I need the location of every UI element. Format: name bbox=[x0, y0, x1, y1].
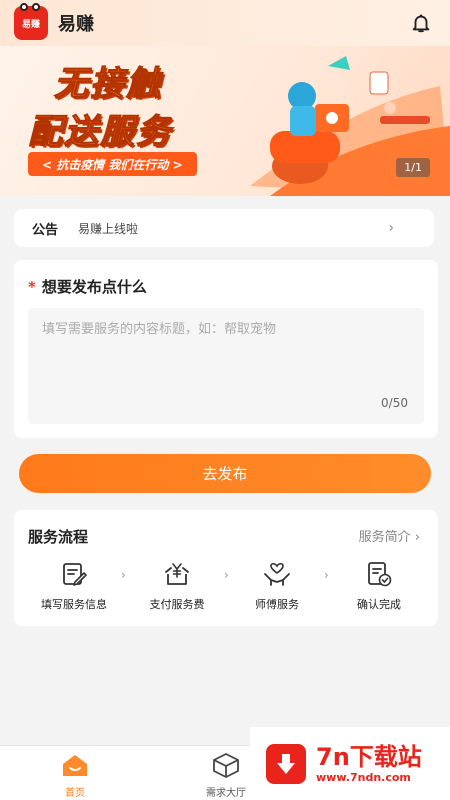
announcement-text: 易赚上线啦 bbox=[78, 221, 139, 236]
service-steps: 填写服务信息 › 支付服务费 › 师傅服务 › 确认完成 bbox=[14, 560, 438, 620]
tab-label: 首页 bbox=[65, 788, 85, 799]
box-icon bbox=[213, 753, 239, 778]
banner-title-line2: 配送服务 bbox=[28, 112, 172, 153]
app-logo: 易赚 bbox=[14, 3, 48, 40]
publish-card: * 想要发布点什么 0/50 bbox=[14, 260, 438, 438]
service-flow-title: 服务流程 bbox=[28, 528, 89, 546]
publish-button[interactable]: 去发布 bbox=[19, 454, 431, 493]
publish-heading-text: 想要发布点什么 bbox=[41, 278, 147, 296]
step-label: 师傅服务 bbox=[255, 598, 299, 611]
chevron-right-icon: › bbox=[121, 568, 126, 582]
announcement-label: 公告 bbox=[32, 222, 59, 238]
tab-home[interactable]: 首页 bbox=[35, 752, 115, 799]
logo-eye-left bbox=[20, 3, 28, 11]
step-label: 确认完成 bbox=[357, 598, 401, 611]
required-mark: * bbox=[28, 278, 36, 296]
top-bar: 易赚 易赚 bbox=[0, 0, 450, 46]
yuan-payment-icon bbox=[165, 563, 189, 585]
step-confirm: 确认完成 bbox=[329, 560, 429, 612]
check-document-icon bbox=[368, 562, 392, 587]
watermark-brand: 7n下载站 bbox=[316, 743, 422, 771]
publish-heading: * 想要发布点什么 bbox=[28, 276, 147, 297]
site-watermark: 7n下载站 www.7ndn.com bbox=[250, 727, 450, 800]
step-pay: 支付服务费 bbox=[127, 560, 227, 612]
announcement-bar[interactable]: 公告 易赚上线啦 › bbox=[14, 209, 434, 247]
publish-field: 0/50 bbox=[28, 308, 424, 424]
home-icon bbox=[63, 755, 87, 776]
bell-icon[interactable] bbox=[410, 12, 432, 34]
step-label: 支付服务费 bbox=[149, 598, 205, 611]
service-flow-card: 服务流程 服务简介 › 填写服务信息 › 支付服务费 › 师傅服务 › 确认完成 bbox=[14, 510, 438, 626]
edit-form-icon bbox=[63, 563, 87, 586]
watermark-url: www.7ndn.com bbox=[316, 771, 411, 784]
banner-title-line1: 无接触 bbox=[54, 64, 162, 105]
app-name: 易赚 bbox=[58, 14, 94, 35]
banner-pager: 1/1 bbox=[396, 158, 430, 177]
logo-eye-right bbox=[32, 3, 40, 11]
service-intro-link[interactable]: 服务简介 › bbox=[359, 526, 420, 545]
service-title-input[interactable] bbox=[28, 308, 424, 424]
char-counter: 0/50 bbox=[381, 396, 408, 410]
promo-banner[interactable]: 无接触 配送服务 < 抗击疫情 我们在行动 > 1/1 bbox=[0, 46, 450, 196]
step-label: 填写服务信息 bbox=[41, 598, 107, 611]
logo-text: 易赚 bbox=[21, 19, 40, 30]
handshake-icon bbox=[264, 562, 290, 586]
step-service: 师傅服务 bbox=[227, 560, 327, 612]
step-fill-info: 填写服务信息 bbox=[24, 560, 124, 612]
banner-slogan: < 抗击疫情 我们在行动 > bbox=[28, 152, 197, 176]
download-arrow-icon bbox=[266, 743, 306, 784]
chevron-right-icon: › bbox=[388, 220, 394, 236]
